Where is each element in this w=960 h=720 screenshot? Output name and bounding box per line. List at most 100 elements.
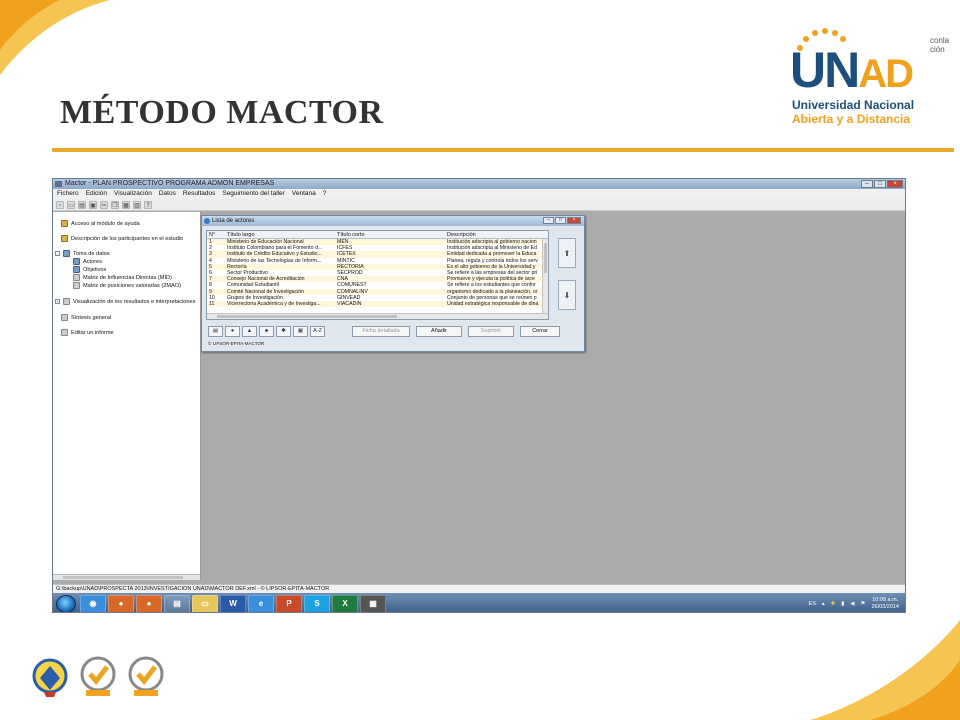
col-description[interactable]: Descripción	[445, 231, 548, 238]
tree-item-participants[interactable]: Descripción de los participantes en el e…	[61, 235, 183, 242]
actor-edit-icon[interactable]: ♣	[259, 326, 274, 337]
tree-item-results[interactable]: + Visualización de los resultados e inte…	[55, 298, 195, 305]
tree-item-data[interactable]: - Toma de datos	[55, 250, 110, 257]
firefox-icon[interactable]: ●	[136, 594, 162, 612]
actor-delete-icon[interactable]: ✱	[276, 326, 291, 337]
folder-icon	[63, 250, 70, 257]
tree-item-objetivos[interactable]: Objetivos	[73, 266, 106, 273]
save-icon[interactable]: ▣	[89, 200, 97, 209]
actors-dialog: Lista de actores – □ × N° Título largo T…	[201, 215, 585, 352]
actors-table: N° Título largo Título corto Descripción…	[206, 230, 549, 320]
actor-icon[interactable]: ●	[225, 326, 240, 337]
menubar: Fichero Edición Visualización Datos Resu…	[53, 189, 905, 199]
add-button[interactable]: Añadir	[416, 326, 462, 337]
move-down-button[interactable]: ⬇	[558, 280, 576, 310]
clock[interactable]: 10:08 a.m. 26/03/2014	[871, 597, 899, 611]
chrome-icon[interactable]: ◉	[80, 594, 106, 612]
app-icon	[55, 181, 62, 187]
flag-icon[interactable]: ⚑	[861, 601, 866, 607]
print-icon[interactable]: ▤	[208, 326, 223, 337]
firefox-icon[interactable]: ●	[108, 594, 134, 612]
excel-icon[interactable]: X	[332, 594, 358, 612]
mactor-window: Mactor - PLAN PROSPECTIVO PROGRAMA ADMON…	[52, 178, 906, 613]
col-short-title[interactable]: Título corto	[335, 231, 445, 238]
slide: MÉTODO MACTOR UNAD Universidad Nacional …	[0, 0, 960, 720]
sort-az-button[interactable]: A-Z	[310, 326, 325, 337]
calculator-icon[interactable]: ▦	[360, 594, 386, 612]
cut-icon[interactable]: ✂	[100, 200, 108, 209]
matrix-icon	[73, 282, 80, 289]
copy-icon[interactable]: ❐	[111, 200, 119, 209]
tray-plus-icon[interactable]: ✚	[831, 601, 836, 607]
corner-swoosh-bottom-right	[810, 620, 960, 720]
tray-expand-icon[interactable]: ▴	[822, 601, 825, 607]
menu-resultados[interactable]: Resultados	[183, 189, 216, 199]
participants-icon	[61, 235, 68, 242]
cell-long-title: Vicerrectoria Académica y de Investiga..…	[227, 300, 321, 307]
word-icon[interactable]: W	[220, 594, 246, 612]
delete-button[interactable]: Suprimir	[468, 326, 514, 337]
help-icon[interactable]: ?	[144, 200, 152, 209]
close-button[interactable]: ×	[887, 180, 903, 188]
minimize-button[interactable]: –	[861, 180, 873, 188]
print-icon[interactable]: ▤	[78, 200, 86, 209]
menu-fichero[interactable]: Fichero	[57, 189, 79, 199]
tree-item-report[interactable]: Editar un informe	[61, 329, 114, 336]
windows-taskbar: ◉ ● ● ▤ ▭ W e P S X ▦ ES ▴ ✚ ▮ ◀ ⚑ 10:08…	[53, 593, 905, 612]
maximize-button[interactable]: □	[874, 180, 886, 188]
start-button[interactable]	[56, 594, 76, 612]
tree-pane: Acceso al módulo de ayuda Descripción de…	[53, 212, 201, 580]
actors-icon	[73, 258, 80, 265]
title-underline	[52, 148, 954, 152]
volume-icon[interactable]: ◀	[850, 601, 854, 607]
tree-item-help[interactable]: Acceso al módulo de ayuda	[61, 220, 140, 227]
menu-help[interactable]: ?	[323, 189, 327, 199]
corner-text: conla ción	[930, 36, 950, 54]
tree-scrollbar[interactable]	[53, 574, 200, 580]
tree-item-2mao[interactable]: Matriz de posiciones valoradas (2MAO)	[73, 282, 181, 289]
language-indicator[interactable]: ES	[809, 601, 816, 607]
explorer-icon[interactable]: ▤	[164, 594, 190, 612]
menu-seguimiento[interactable]: Seguimiento del taller	[222, 189, 285, 199]
sgs-certification-icon	[80, 656, 116, 696]
tree-item-synthesis[interactable]: Síntesis general	[61, 314, 111, 321]
close-dialog-button[interactable]: Cerrar	[520, 326, 560, 337]
cell-short-title: VIACADIN	[337, 300, 362, 307]
menu-visualizacion[interactable]: Visualización	[114, 189, 152, 199]
powerpoint-icon[interactable]: P	[276, 594, 302, 612]
actor-add-icon[interactable]: ▲	[242, 326, 257, 337]
colombia-shield-icon	[32, 658, 68, 697]
new-icon[interactable]: ▫	[56, 200, 64, 209]
window-titlebar: Mactor - PLAN PROSPECTIVO PROGRAMA ADMON…	[53, 179, 905, 189]
table-row[interactable]: 11 Vicerrectoria Académica y de Investiga…	[207, 300, 548, 308]
expand-icon[interactable]: +	[55, 299, 60, 304]
ie-icon[interactable]: e	[248, 594, 274, 612]
arrow-up-icon: ⬆	[563, 249, 571, 258]
tree-item-actores[interactable]: Actores	[73, 258, 102, 265]
grid-icon[interactable]: ▥	[133, 200, 141, 209]
menu-edicion[interactable]: Edición	[86, 189, 107, 199]
report-icon	[61, 329, 68, 336]
menu-datos[interactable]: Datos	[159, 189, 176, 199]
dialog-maximize-button[interactable]: □	[555, 217, 566, 224]
table-hscroll[interactable]	[207, 313, 548, 319]
toolbar: ▫ ▭ ▤ ▣ ✂ ❐ ▦ ▥ ?	[53, 199, 905, 211]
printer-icon[interactable]: ▦	[293, 326, 308, 337]
paste-icon[interactable]: ▦	[122, 200, 130, 209]
col-number[interactable]: N°	[207, 231, 225, 238]
col-long-title[interactable]: Título largo	[225, 231, 335, 238]
sgs-certification-icon	[128, 656, 164, 696]
arrow-down-icon: ⬇	[563, 291, 571, 300]
tree-item-mid[interactable]: Matriz de Influencias Directas (MID)	[73, 274, 172, 281]
folder-icon[interactable]: ▭	[192, 594, 218, 612]
table-vscroll[interactable]	[542, 239, 548, 315]
skype-icon[interactable]: S	[304, 594, 330, 612]
open-icon[interactable]: ▭	[67, 200, 75, 209]
detail-sheet-button[interactable]: Ficha detallada	[352, 326, 410, 337]
move-up-button[interactable]: ⬆	[558, 238, 576, 268]
collapse-icon[interactable]: -	[55, 251, 60, 256]
network-icon[interactable]: ▮	[841, 601, 844, 607]
dialog-close-button[interactable]: ×	[567, 217, 581, 224]
menu-ventana[interactable]: Ventana	[292, 189, 316, 199]
dialog-minimize-button[interactable]: –	[543, 217, 554, 224]
